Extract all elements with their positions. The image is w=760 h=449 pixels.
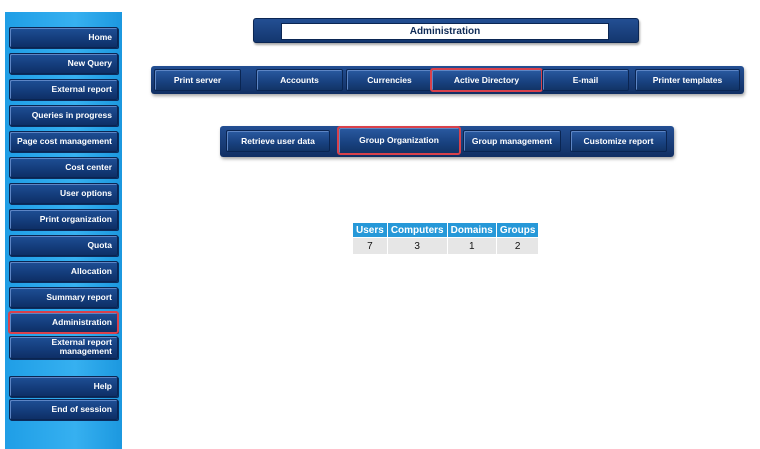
stats-table: Users Computers Domains Groups 7 3 1 2 xyxy=(352,222,539,255)
stats-header-users: Users xyxy=(353,223,387,237)
tab-printer-templates[interactable]: Printer templates xyxy=(635,69,740,91)
stats-value-users: 7 xyxy=(353,238,387,254)
tab-group-organization[interactable]: Group Organization xyxy=(337,126,461,155)
stats-value-domains: 1 xyxy=(447,238,496,254)
sub-tab-bar: Retrieve user data Group Organization Gr… xyxy=(220,126,674,157)
sidebar-item-print-organization[interactable]: Print organization xyxy=(9,209,118,230)
stats-value-groups: 2 xyxy=(496,238,539,254)
sidebar-item-page-cost-management[interactable]: Page cost management xyxy=(9,131,118,152)
sidebar-item-user-options[interactable]: User options xyxy=(9,183,118,204)
tab-active-directory[interactable]: Active Directory xyxy=(430,68,543,92)
tab-customize-report[interactable]: Customize report xyxy=(570,130,667,152)
tab-currencies[interactable]: Currencies xyxy=(346,69,433,91)
sidebar-item-external-report-management[interactable]: External report management xyxy=(9,336,118,359)
sidebar-item-home[interactable]: Home xyxy=(9,27,118,48)
sidebar-item-queries-in-progress[interactable]: Queries in progress xyxy=(9,105,118,126)
stats-header-computers: Computers xyxy=(387,223,447,237)
sidebar-item-allocation[interactable]: Allocation xyxy=(9,261,118,282)
sidebar-item-cost-center[interactable]: Cost center xyxy=(9,157,118,178)
sidebar-item-summary-report[interactable]: Summary report xyxy=(9,287,118,308)
page-header: Administration xyxy=(253,18,639,43)
tab-print-server[interactable]: Print server xyxy=(154,69,241,91)
stats-header-groups: Groups xyxy=(496,223,539,237)
tab-retrieve-user-data[interactable]: Retrieve user data xyxy=(226,130,330,152)
sidebar-item-new-query[interactable]: New Query xyxy=(9,53,118,74)
sidebar: Home New Query External report Queries i… xyxy=(5,12,122,449)
sidebar-item-help[interactable]: Help xyxy=(9,376,118,397)
sidebar-item-end-of-session[interactable]: End of session xyxy=(9,399,118,420)
tab-accounts[interactable]: Accounts xyxy=(256,69,343,91)
sidebar-item-administration[interactable]: Administration xyxy=(8,311,119,334)
stats-value-row: 7 3 1 2 xyxy=(353,238,539,254)
tab-group-management[interactable]: Group management xyxy=(463,130,561,152)
page-title: Administration xyxy=(281,23,609,40)
sidebar-item-external-report[interactable]: External report xyxy=(9,79,118,100)
stats-header-domains: Domains xyxy=(447,223,496,237)
tab-e-mail[interactable]: E-mail xyxy=(542,69,629,91)
main-tab-bar: Print server Accounts Currencies Active … xyxy=(151,66,744,94)
sidebar-item-quota[interactable]: Quota xyxy=(9,235,118,256)
stats-value-computers: 3 xyxy=(387,238,447,254)
stats-header-row: Users Computers Domains Groups xyxy=(353,223,539,237)
sidebar-item-label-line2: management xyxy=(59,346,112,356)
